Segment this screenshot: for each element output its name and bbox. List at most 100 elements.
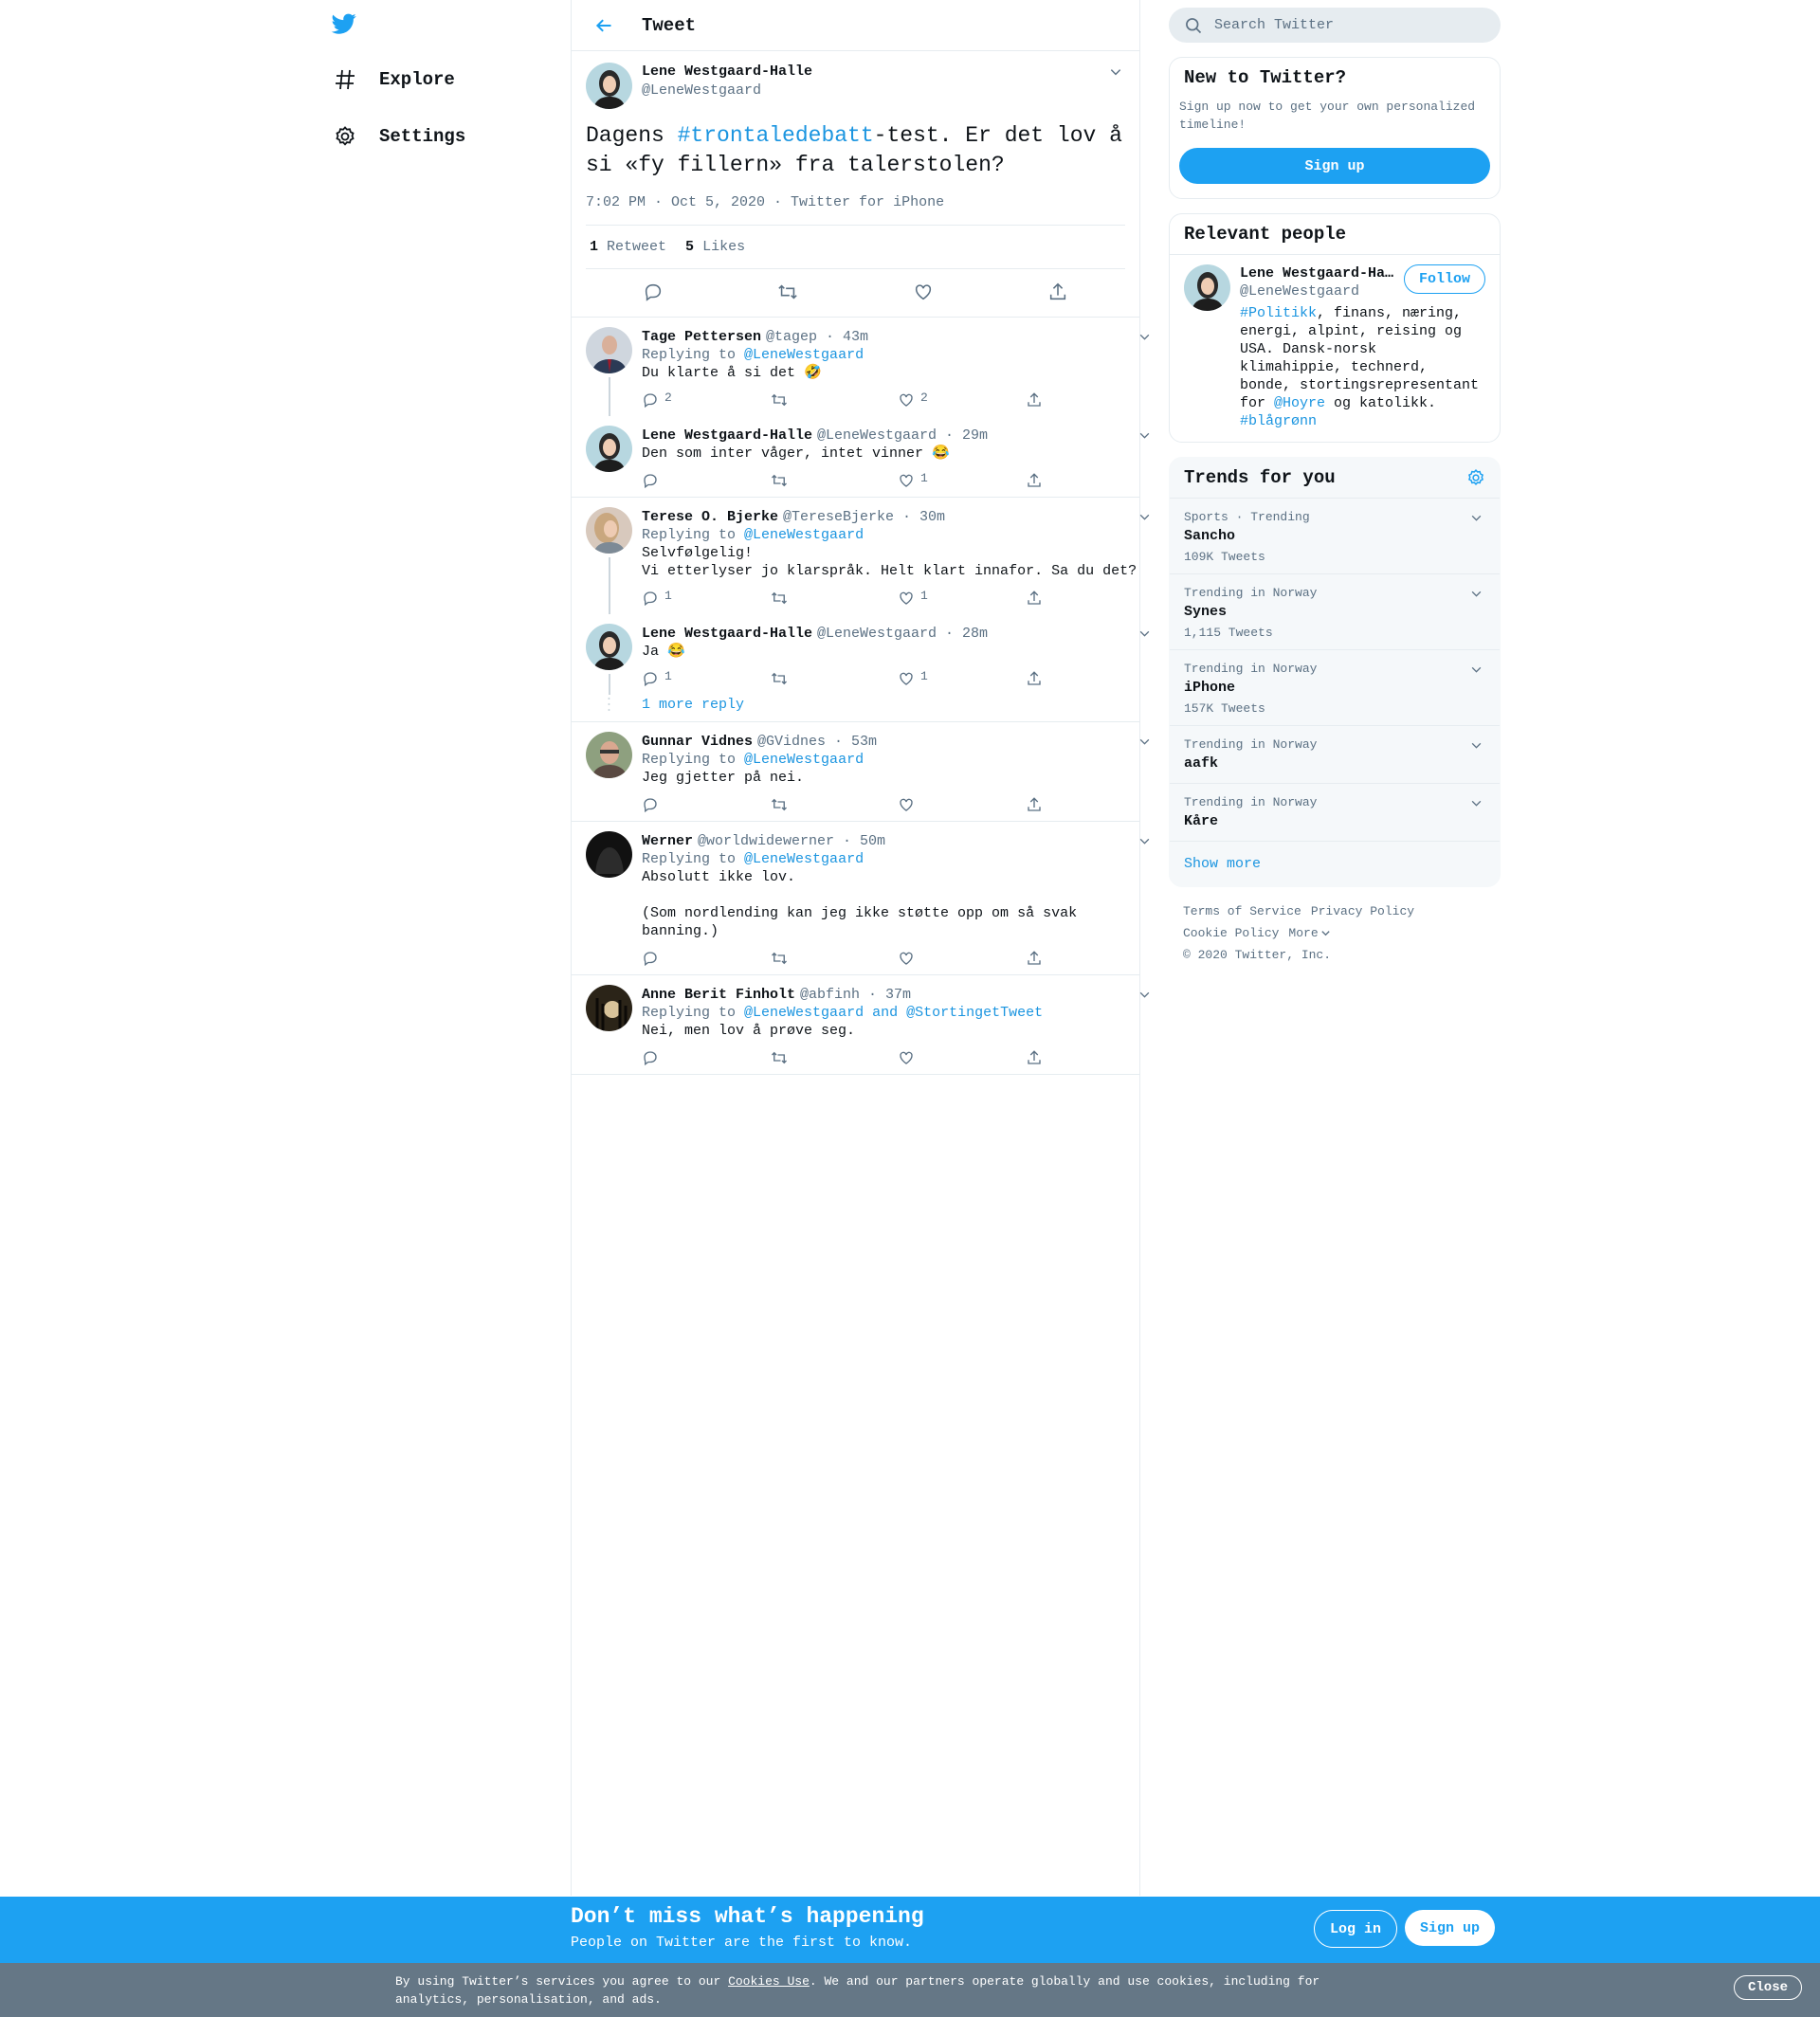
retweet-action[interactable]	[770, 670, 898, 687]
trend-item[interactable]: Trending in Norway aafk	[1170, 726, 1500, 784]
banner-sign-up-button[interactable]: Sign up	[1405, 1910, 1496, 1946]
retweet-action[interactable]	[770, 590, 898, 607]
chevron-down-icon[interactable]	[1106, 63, 1125, 82]
reply-tweet[interactable]: Anne Berit Finholt @abfinh · 37m Replying…	[572, 975, 1149, 1074]
reply-author-name[interactable]: Werner	[642, 832, 693, 850]
bio-hashtag-link[interactable]: #Politikk	[1240, 305, 1317, 321]
trend-item[interactable]: Trending in Norway Kåre	[1170, 784, 1500, 842]
share-action[interactable]	[1026, 950, 1154, 967]
chevron-down-icon[interactable]	[1466, 508, 1485, 527]
show-more-link[interactable]: Show more	[1170, 842, 1500, 886]
reply-author-name[interactable]: Tage Pettersen	[642, 328, 761, 346]
replying-to-link[interactable]: @LeneWestgaard	[744, 752, 864, 768]
reply-action[interactable]: 1	[642, 589, 770, 607]
reply-action[interactable]	[642, 796, 770, 813]
avatar[interactable]	[586, 507, 632, 554]
chevron-down-icon[interactable]	[1135, 624, 1154, 643]
avatar[interactable]	[586, 426, 632, 472]
author-handle[interactable]: @LeneWestgaard	[642, 82, 1106, 100]
avatar[interactable]	[586, 327, 632, 373]
log-in-button[interactable]: Log in	[1314, 1910, 1398, 1948]
bio-hashtag-link-2[interactable]: #blågrønn	[1240, 413, 1317, 429]
chevron-down-icon[interactable]	[1320, 928, 1331, 938]
author-name[interactable]: Lene Westgaard-Halle	[642, 63, 1106, 82]
retweet-action[interactable]	[770, 391, 898, 409]
chevron-down-icon[interactable]	[1135, 985, 1154, 1004]
chevron-down-icon[interactable]	[1466, 736, 1485, 754]
avatar[interactable]	[586, 63, 632, 109]
retweet-stat[interactable]: 1 Retweet	[590, 239, 666, 255]
share-icon[interactable]	[1045, 279, 1071, 305]
person-handle[interactable]: @LeneWestgaard	[1240, 282, 1404, 300]
avatar[interactable]	[586, 732, 632, 778]
search-box[interactable]: Search Twitter	[1169, 8, 1501, 43]
chevron-down-icon[interactable]	[1466, 793, 1485, 812]
reply-action[interactable]	[642, 1049, 770, 1066]
avatar[interactable]	[1184, 264, 1230, 311]
trend-item[interactable]: Sports · Trending Sancho 109K Tweets	[1170, 499, 1500, 574]
share-action[interactable]	[1026, 1049, 1154, 1066]
like-action[interactable]: 2	[898, 391, 1026, 409]
person-name[interactable]: Lene Westgaard-Halle	[1240, 264, 1401, 282]
like-action[interactable]	[898, 950, 1026, 967]
trend-item[interactable]: Trending in Norway Synes 1,115 Tweets	[1170, 574, 1500, 650]
avatar[interactable]	[586, 624, 632, 670]
retweet-icon[interactable]	[774, 279, 801, 305]
reply-tweet[interactable]: Terese O. Bjerke @TereseBjerke · 30m Repl…	[572, 498, 1149, 614]
relevant-person[interactable]: Lene Westgaard-Halle @LeneWestgaard Foll…	[1170, 254, 1500, 442]
likes-stat[interactable]: 5 Likes	[685, 239, 745, 255]
chevron-down-icon[interactable]	[1135, 732, 1154, 751]
reply-tweet[interactable]: Werner @worldwidewerner · 50m Replying to…	[572, 822, 1149, 974]
chevron-down-icon[interactable]	[1135, 327, 1154, 346]
retweet-action[interactable]	[770, 796, 898, 813]
chevron-down-icon[interactable]	[1135, 831, 1154, 850]
bio-mention-link[interactable]: @Hoyre	[1274, 395, 1325, 411]
retweet-action[interactable]	[770, 472, 898, 489]
reply-action[interactable]: 1	[642, 669, 770, 687]
reply-author-name[interactable]: Anne Berit Finholt	[642, 986, 795, 1004]
nav-settings[interactable]: Settings	[330, 118, 465, 155]
share-action[interactable]	[1026, 472, 1154, 489]
cookie-policy-link[interactable]: Cookie Policy	[1183, 922, 1279, 944]
reply-action[interactable]: 2	[642, 391, 770, 409]
replying-to-link[interactable]: @LeneWestgaard and @StortingetTweet	[744, 1005, 1043, 1021]
reply-tweet[interactable]: Lene Westgaard-Halle @LeneWestgaard · 29m…	[572, 416, 1149, 497]
chevron-down-icon[interactable]	[1466, 660, 1485, 679]
sign-up-button[interactable]: Sign up	[1179, 148, 1490, 184]
chevron-down-icon[interactable]	[1135, 426, 1154, 445]
replying-to-link[interactable]: @LeneWestgaard	[744, 851, 864, 867]
twitter-logo-icon[interactable]	[330, 11, 360, 42]
reply-icon[interactable]	[640, 279, 666, 305]
replying-to-link[interactable]: @LeneWestgaard	[744, 347, 864, 363]
tweet-source[interactable]: Twitter for iPhone	[791, 194, 944, 210]
replying-to-link[interactable]: @LeneWestgaard	[744, 527, 864, 543]
share-action[interactable]	[1026, 796, 1154, 813]
avatar[interactable]	[586, 831, 632, 878]
more-replies-link[interactable]: 1 more reply	[642, 697, 744, 714]
hashtag-link[interactable]: #trontaledebatt	[678, 123, 874, 148]
cookies-use-link[interactable]: Cookies Use	[728, 1974, 810, 1989]
privacy-link[interactable]: Privacy Policy	[1311, 904, 1414, 918]
back-arrow-icon[interactable]	[589, 10, 619, 41]
more-replies[interactable]: · · · 1 more reply	[572, 693, 1139, 721]
terms-link[interactable]: Terms of Service	[1183, 904, 1301, 918]
reply-action[interactable]	[642, 950, 770, 967]
like-action[interactable]: 1	[898, 669, 1026, 687]
share-action[interactable]	[1026, 590, 1154, 607]
trend-item[interactable]: Trending in Norway iPhone 157K Tweets	[1170, 650, 1500, 726]
follow-button[interactable]: Follow	[1403, 264, 1485, 294]
avatar[interactable]	[586, 985, 632, 1031]
like-action[interactable]	[898, 1049, 1026, 1066]
chevron-down-icon[interactable]	[1135, 507, 1154, 526]
share-action[interactable]	[1026, 391, 1154, 409]
more-link[interactable]: More	[1288, 922, 1318, 944]
reply-author-name[interactable]: Terese O. Bjerke	[642, 508, 778, 526]
like-action[interactable]: 1	[898, 589, 1026, 607]
reply-tweet[interactable]: Lene Westgaard-Halle @LeneWestgaard · 28m…	[572, 614, 1149, 695]
gear-icon[interactable]	[1466, 468, 1485, 487]
retweet-action[interactable]	[770, 950, 898, 967]
reply-tweet[interactable]: Gunnar Vidnes @GVidnes · 53m Replying to …	[572, 722, 1149, 821]
reply-author-name[interactable]: Gunnar Vidnes	[642, 733, 753, 751]
share-action[interactable]	[1026, 670, 1154, 687]
cookie-close-button[interactable]: Close	[1734, 1975, 1803, 2000]
